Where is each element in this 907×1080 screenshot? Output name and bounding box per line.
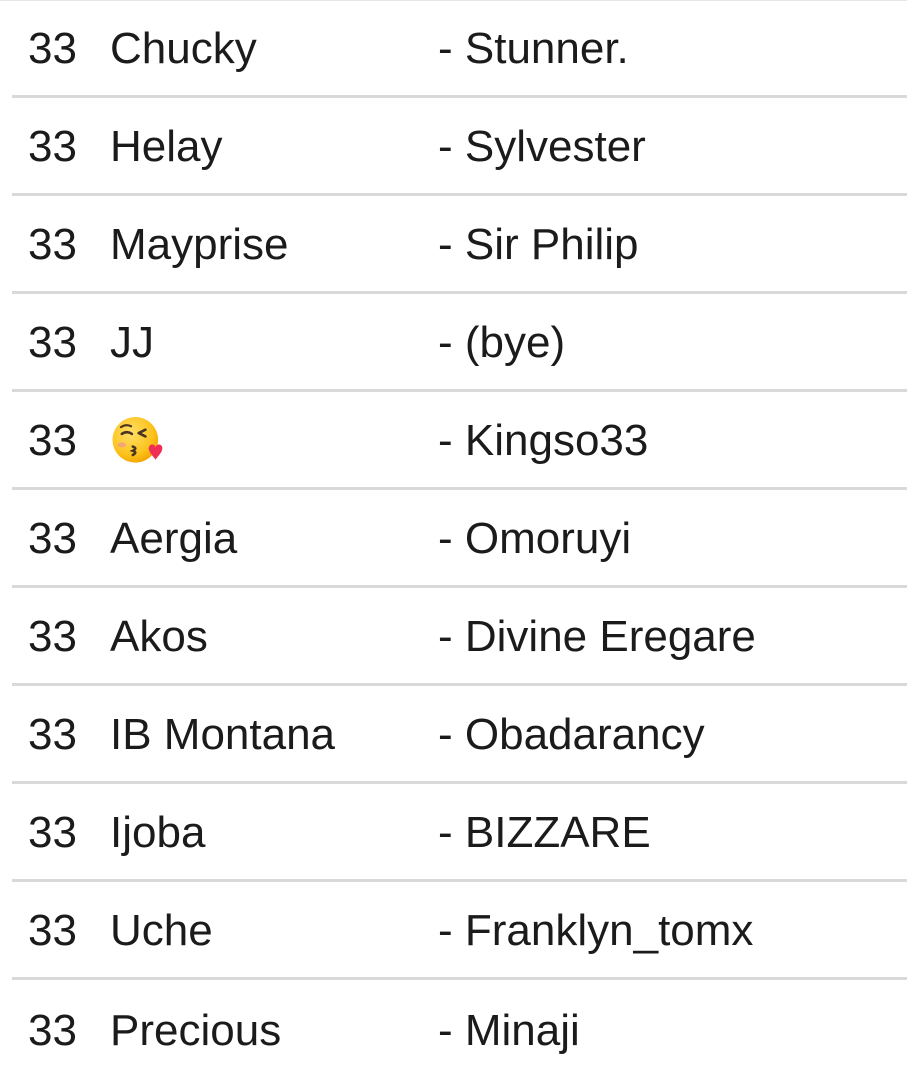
- row-name: Chucky: [110, 24, 257, 73]
- row-number: 33: [28, 1006, 77, 1055]
- row-name: Aergia: [110, 514, 238, 563]
- pairing-list: 33 Chucky - Stunner. 33 Helay - Sylveste…: [0, 0, 907, 1080]
- row-partner: - Obadarancy: [438, 710, 705, 759]
- list-item: 33 Helay - Sylvester: [0, 98, 907, 196]
- row-number: 33: [28, 318, 77, 367]
- row-partner: - (bye): [438, 318, 566, 367]
- row-partner: - Sir Philip: [438, 220, 639, 269]
- row-name: Mayprise: [110, 220, 289, 269]
- list-item: 33 - Kingso33: [0, 392, 907, 490]
- row-number: 33: [28, 906, 77, 955]
- row-name: Akos: [110, 612, 208, 661]
- row-number: 33: [28, 220, 77, 269]
- row-partner: - Divine Eregare: [438, 612, 756, 661]
- row-divider: [12, 977, 907, 980]
- row-name: [110, 415, 164, 467]
- row-number: 33: [28, 612, 77, 661]
- row-partner: - Minaji: [438, 1006, 580, 1055]
- row-name: Uche: [110, 906, 213, 955]
- row-partner: - Kingso33: [438, 416, 649, 465]
- list-item: 33 Mayprise - Sir Philip: [0, 196, 907, 294]
- list-item: 33 Aergia - Omoruyi: [0, 490, 907, 588]
- list-item: 33 Uche - Franklyn_tomx: [0, 882, 907, 980]
- row-partner: - BIZZARE: [438, 808, 651, 857]
- row-name: Helay: [110, 122, 223, 171]
- row-number: 33: [28, 416, 77, 465]
- row-number: 33: [28, 122, 77, 171]
- list-item: 33 IB Montana - Obadarancy: [0, 686, 907, 784]
- list-item: 33 Ijoba - BIZZARE: [0, 784, 907, 882]
- row-number: 33: [28, 710, 77, 759]
- list-item: 33 JJ - (bye): [0, 294, 907, 392]
- list-item: 33 Akos - Divine Eregare: [0, 588, 907, 686]
- row-name: Precious: [110, 1006, 282, 1055]
- list-item: 33 Chucky - Stunner.: [0, 0, 907, 98]
- row-name: IB Montana: [110, 710, 336, 759]
- row-partner: - Franklyn_tomx: [438, 906, 754, 955]
- list-item: 33 Precious - Minaji: [0, 982, 907, 1080]
- row-name: JJ: [110, 318, 154, 367]
- row-partner: - Omoruyi: [438, 514, 632, 563]
- row-number: 33: [28, 514, 77, 563]
- row-number: 33: [28, 808, 77, 857]
- row-partner: - Stunner.: [438, 24, 629, 73]
- row-partner: - Sylvester: [438, 122, 646, 171]
- face-blowing-kiss-icon: [112, 417, 163, 463]
- row-name: Ijoba: [110, 808, 206, 857]
- row-number: 33: [28, 24, 77, 73]
